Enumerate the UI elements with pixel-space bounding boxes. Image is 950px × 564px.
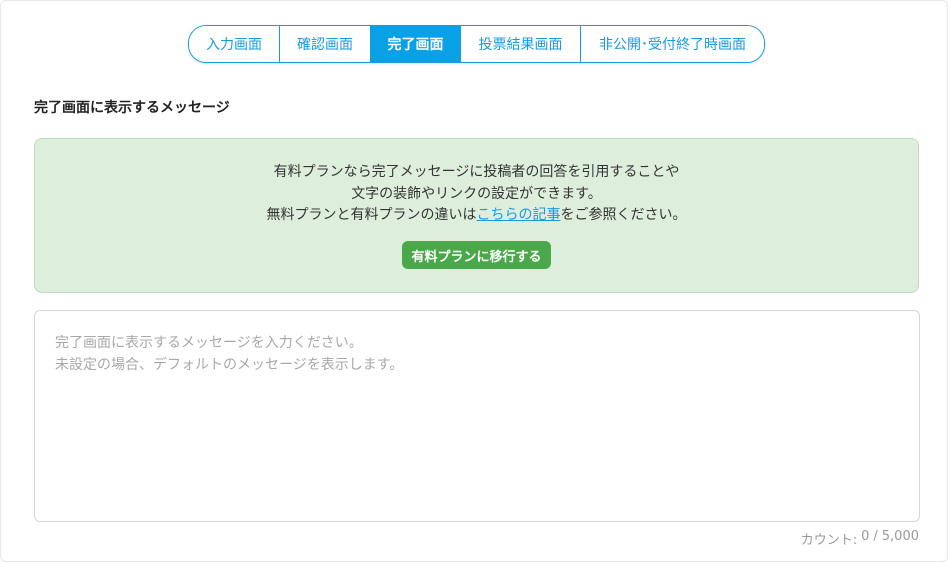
section-title: 完了画面に表示するメッセージ — [34, 100, 230, 116]
article-link[interactable]: こちらの記事 — [477, 207, 561, 223]
counter-max: 5,000 — [881, 529, 919, 544]
screen-tabs: 入力画面 確認画面 完了画面 投票結果画面 非公開･受付終了時画面 — [188, 25, 765, 63]
counter-current: 0 — [861, 529, 870, 544]
notice-line-3-suffix: をご参照ください。 — [560, 207, 687, 223]
tab-vote-result-screen[interactable]: 投票結果画面 — [461, 26, 581, 62]
character-counter: カウント: 0 / 5,000 — [801, 529, 919, 548]
tab-closed-screen[interactable]: 非公開･受付終了時画面 — [581, 26, 764, 62]
completion-message-input[interactable] — [34, 310, 920, 522]
paid-plan-notice: 有料プランなら完了メッセージに投稿者の回答を引用することや 文字の装飾やリンクの… — [34, 138, 919, 293]
notice-line-3: 無料プランと有料プランの違いはこちらの記事をご参照ください。 — [35, 205, 918, 225]
notice-line-2: 文字の装飾やリンクの設定ができます。 — [351, 186, 602, 202]
counter-label: カウント: — [800, 533, 858, 548]
tab-input-screen[interactable]: 入力画面 — [189, 26, 280, 62]
notice-line-1: 有料プランなら完了メッセージに投稿者の回答を引用することや — [273, 164, 680, 180]
counter-separator: / — [873, 529, 878, 544]
upgrade-plan-button[interactable]: 有料プランに移行する — [402, 241, 551, 269]
notice-line-3-prefix: 無料プランと有料プランの違いは — [266, 207, 477, 223]
tab-confirm-screen[interactable]: 確認画面 — [280, 26, 371, 62]
tab-complete-screen[interactable]: 完了画面 — [371, 26, 461, 62]
